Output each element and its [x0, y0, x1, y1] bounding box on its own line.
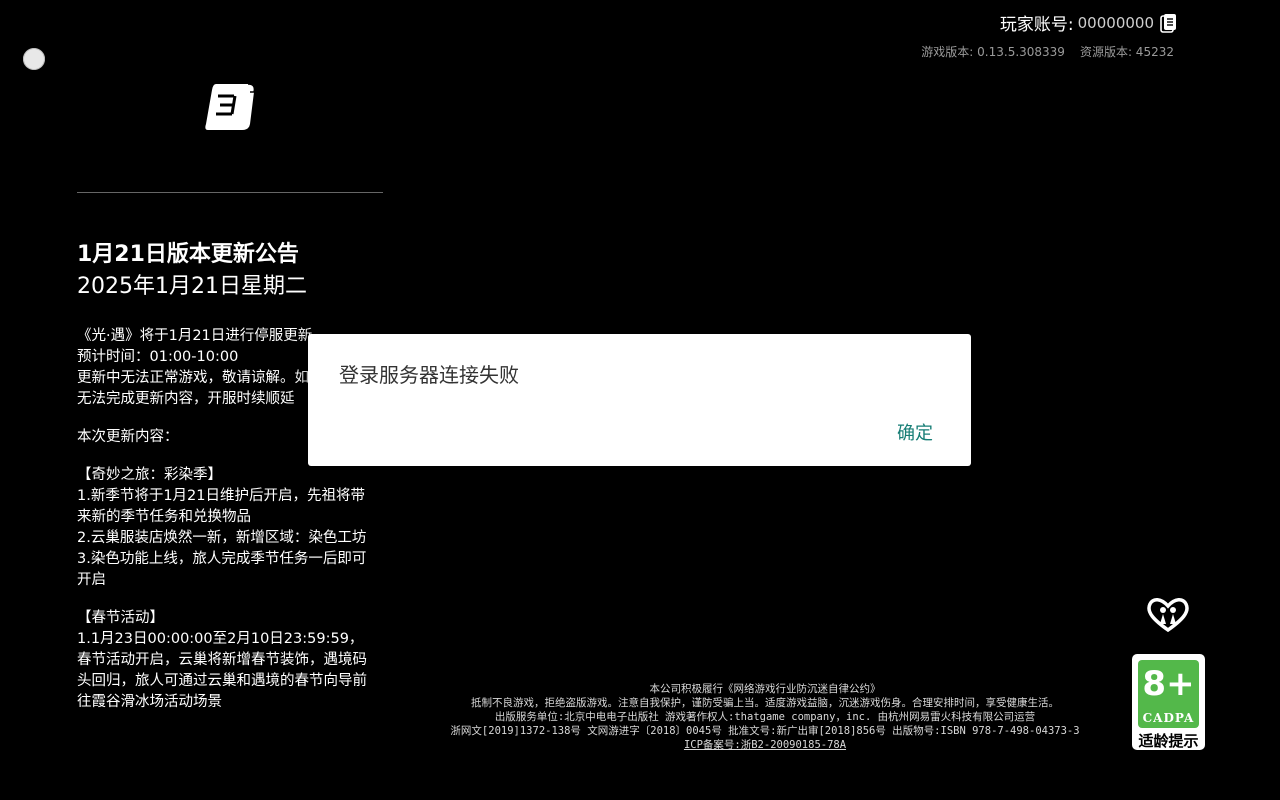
notice-title: 1月21日版本更新公告 — [77, 242, 299, 267]
notice-line: 2.云巢服装店焕然一新，新增区域：染色工坊 — [77, 530, 367, 546]
age-rating-badge[interactable]: 8+ CADPA 适龄提示 — [1132, 654, 1205, 750]
copy-icon[interactable] — [1160, 13, 1178, 33]
footer-line: 浙网文[2019]1372-138号 文网游进字〔2018〕0045号 批准文号… — [450, 725, 1080, 737]
notice-line: 1.新季节将于1月21日维护后开启，先祖将带来新的季节任务和兑换物品 — [77, 488, 366, 525]
dialog-message: 登录服务器连接失败 — [339, 363, 519, 387]
notice-line: 1.1月23日00:00:00至2月10日23:59:59，春节活动开启，云巢将… — [77, 631, 367, 710]
legal-footer: 本公司积极履行《网络游戏行业防沉迷自律公约》 抵制不良游戏，拒绝盗版游戏。注意自… — [420, 682, 1110, 752]
age-caption: 适龄提示 — [1138, 732, 1199, 750]
notice-line: 3.染色功能上线，旅人完成季节任务一后即可开启 — [77, 551, 367, 588]
error-dialog: 登录服务器连接失败 确定 — [308, 334, 971, 466]
notice-line: 【春节活动】 — [77, 610, 164, 626]
notice-line: 【奇妙之旅：彩染季】 — [77, 467, 222, 483]
rating-org: CADPA — [1142, 711, 1195, 725]
parental-care-icon[interactable] — [1144, 596, 1192, 632]
floating-home-button[interactable] — [23, 48, 45, 70]
account-id: 00000000 — [1077, 13, 1154, 32]
age-rating-panel: 8+ CADPA — [1138, 660, 1199, 728]
resource-version: 资源版本: 45232 — [1079, 45, 1174, 59]
version-info: 游戏版本: 0.13.5.308339 资源版本: 45232 — [921, 43, 1174, 60]
footer-line: 出版服务单位:北京中电电子出版社 游戏著作权人:thatgame company… — [494, 711, 1036, 723]
announcement-scroll-icon — [205, 83, 256, 130]
footer-line: 抵制不良游戏，拒绝盗版游戏。注意自我保护，谨防受骗上当。适度游戏益脑，沉迷游戏伤… — [471, 697, 1059, 709]
game-version: 游戏版本: 0.13.5.308339 — [921, 45, 1065, 59]
age-rating: 8+ — [1142, 664, 1195, 704]
notice-date: 2025年1月21日星期二 — [77, 274, 307, 299]
divider — [77, 192, 383, 193]
confirm-button[interactable]: 确定 — [897, 419, 933, 445]
icp-link[interactable]: ICP备案号:浙B2-20090185-78A — [420, 738, 1110, 752]
account-label: 玩家账号: — [999, 15, 1074, 35]
footer-line: 本公司积极履行《网络游戏行业防沉迷自律公约》 — [649, 683, 881, 695]
account-info: 玩家账号: 00000000 — [1000, 10, 1178, 35]
notice-line — [77, 591, 369, 608]
